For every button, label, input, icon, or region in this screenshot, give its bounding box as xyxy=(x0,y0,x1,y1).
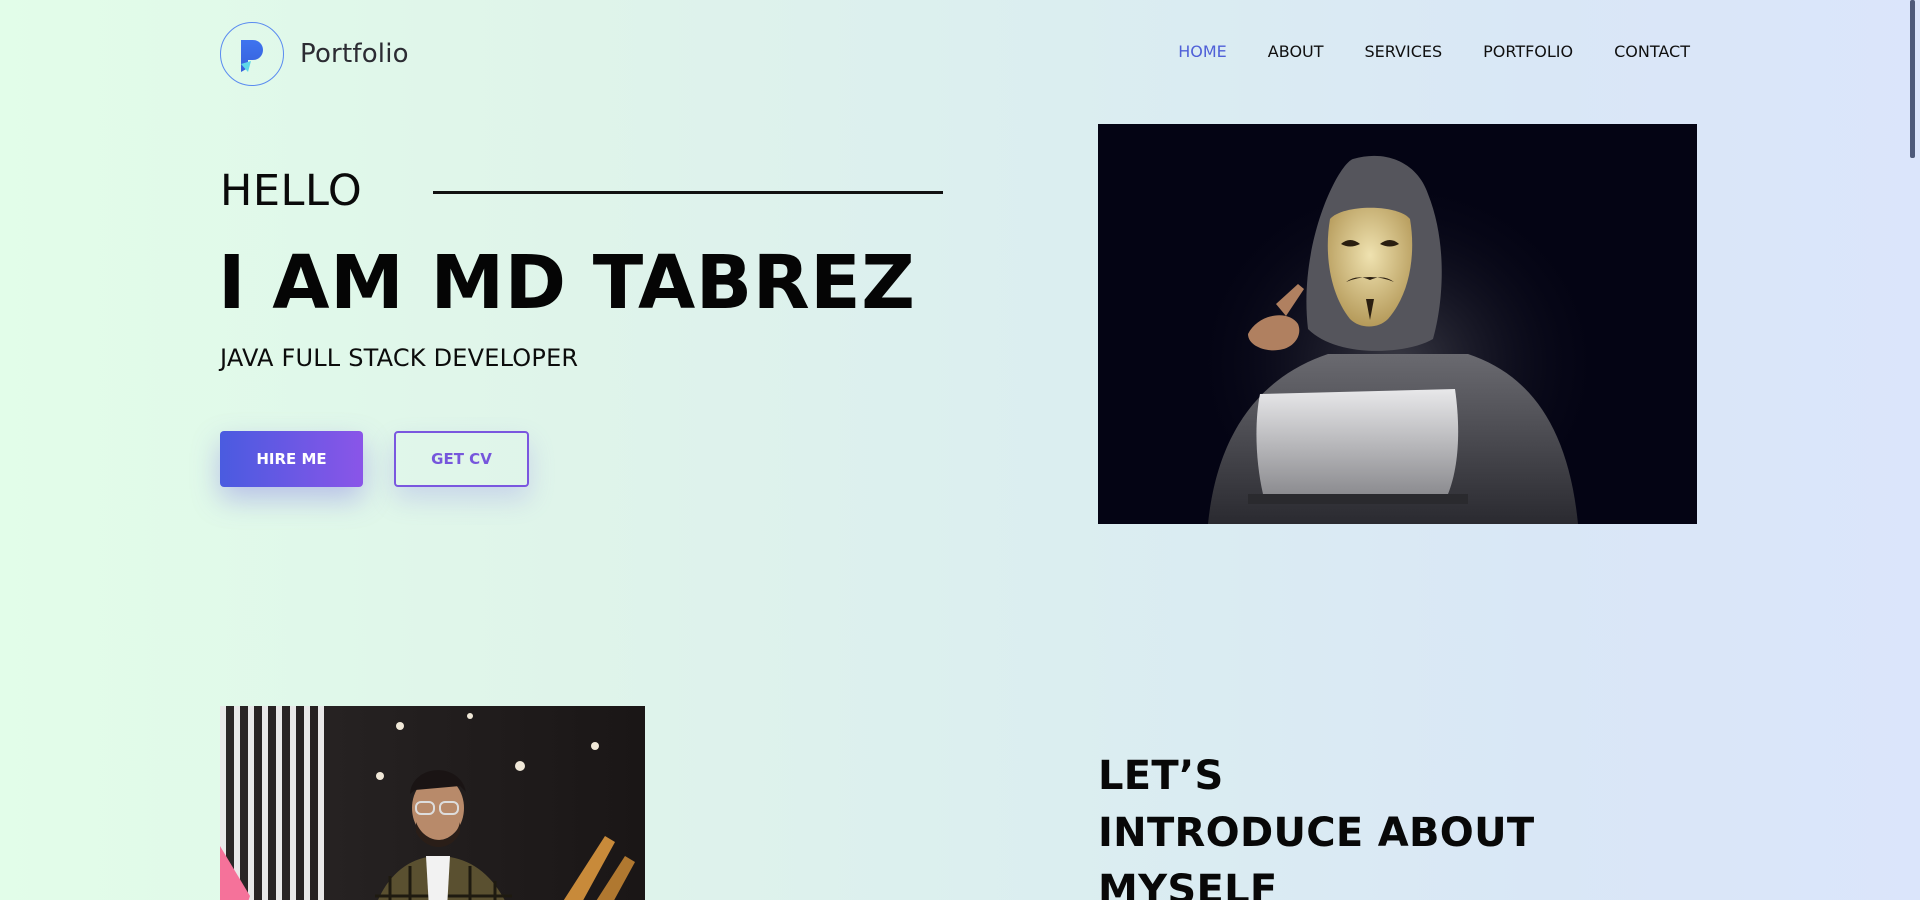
hero-subtitle: JAVA FULL STACK DEVELOPER xyxy=(220,344,579,372)
logo-text: Portfolio xyxy=(300,39,409,69)
nav-contact[interactable]: CONTACT xyxy=(1614,42,1690,61)
nav-about[interactable]: ABOUT xyxy=(1268,42,1324,61)
nav-home[interactable]: HOME xyxy=(1178,42,1227,61)
hello-row: HELLO xyxy=(220,166,943,216)
main-nav: HOME ABOUT SERVICES PORTFOLIO CONTACT xyxy=(1137,42,1690,61)
about-heading-line: INTRODUCE ABOUT xyxy=(1098,810,1535,856)
get-cv-button[interactable]: GET CV xyxy=(394,431,529,487)
greeting-divider xyxy=(433,191,943,194)
nav-services[interactable]: SERVICES xyxy=(1365,42,1443,61)
site-header: Portfolio HOME ABOUT SERVICES PORTFOLIO … xyxy=(220,22,1690,88)
logo[interactable]: Portfolio xyxy=(220,22,409,86)
about-heading-line: LET’S xyxy=(1098,753,1224,799)
about-heading: LET’S INTRODUCE ABOUT MYSELF xyxy=(1098,748,1534,900)
p-logo-icon xyxy=(220,22,284,86)
hero-image xyxy=(1098,124,1697,524)
page-scrollbar[interactable] xyxy=(1905,0,1920,900)
hero-title: I AM MD TABREZ xyxy=(218,240,916,326)
nav-portfolio[interactable]: PORTFOLIO xyxy=(1483,42,1573,61)
hero-greeting: HELLO xyxy=(220,166,363,216)
hire-me-button[interactable]: HIRE ME xyxy=(220,431,363,487)
page: Portfolio HOME ABOUT SERVICES PORTFOLIO … xyxy=(0,0,1905,900)
about-heading-line: MYSELF xyxy=(1098,867,1278,900)
scrollbar-thumb[interactable] xyxy=(1910,0,1915,158)
about-image xyxy=(220,706,645,900)
